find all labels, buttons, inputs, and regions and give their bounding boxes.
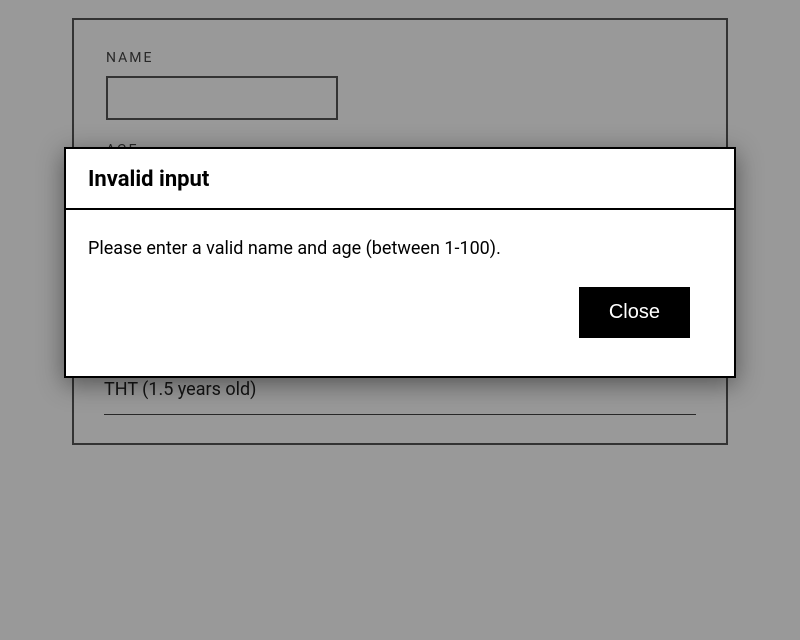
- modal-body: Please enter a valid name and age (betwe…: [66, 210, 734, 376]
- modal-title: Invalid input: [88, 167, 712, 192]
- close-button[interactable]: Close: [579, 287, 690, 338]
- error-modal: Invalid input Please enter a valid name …: [64, 147, 736, 378]
- modal-header: Invalid input: [66, 149, 734, 210]
- modal-message: Please enter a valid name and age (betwe…: [88, 238, 712, 259]
- modal-actions: Close: [88, 287, 712, 356]
